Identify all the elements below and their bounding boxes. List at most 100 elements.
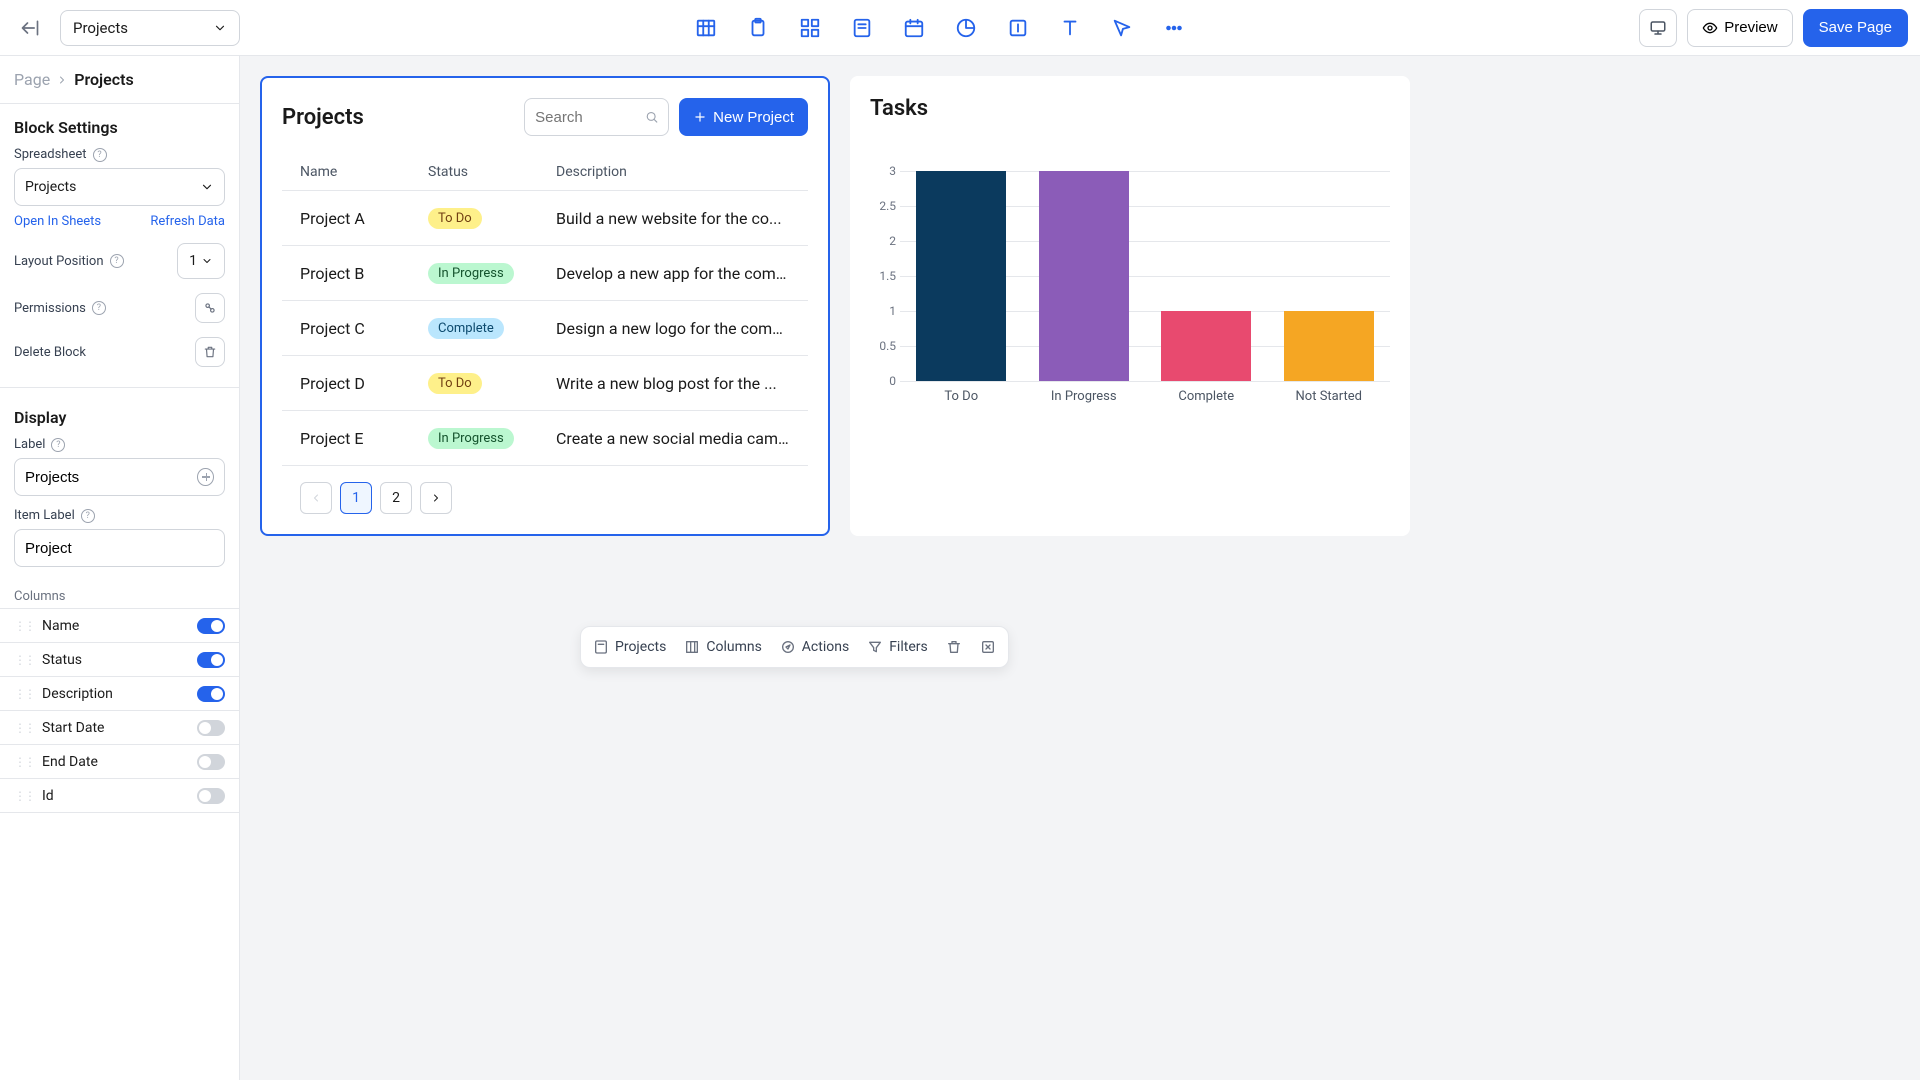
- cursor-icon[interactable]: [1110, 16, 1134, 40]
- cell-description: Build a new website for the co...: [556, 209, 790, 228]
- cell-description: Write a new blog post for the ...: [556, 374, 790, 393]
- calendar-icon[interactable]: [902, 16, 926, 40]
- column-row: ⋮⋮ End Date: [0, 745, 239, 779]
- drag-handle-icon[interactable]: ⋮⋮: [14, 755, 34, 769]
- grid-icon[interactable]: [798, 16, 822, 40]
- drag-handle-icon[interactable]: ⋮⋮: [14, 789, 34, 803]
- chart-icon[interactable]: [954, 16, 978, 40]
- plus-icon[interactable]: [197, 468, 214, 486]
- column-name: End Date: [42, 754, 98, 770]
- column-row: ⋮⋮ Status: [0, 643, 239, 677]
- column-toggle[interactable]: [197, 720, 225, 736]
- ft-delete[interactable]: [946, 639, 962, 655]
- column-row: ⋮⋮Description: [0, 677, 239, 711]
- save-page-button[interactable]: Save Page: [1803, 9, 1908, 47]
- label-input-wrapper: [14, 458, 225, 496]
- chevron-right-icon: [56, 74, 68, 86]
- cell-description: Design a new logo for the comp...: [556, 319, 790, 338]
- cell-description: Develop a new app for the comp...: [556, 264, 790, 283]
- tasks-block[interactable]: Tasks 00.511.522.53 To DoIn ProgressComp…: [850, 76, 1410, 536]
- table-icon[interactable]: [694, 16, 718, 40]
- search-box[interactable]: [524, 98, 669, 136]
- col-header-description[interactable]: Description: [556, 164, 790, 180]
- column-toggle[interactable]: [197, 788, 225, 804]
- number-icon[interactable]: [1006, 16, 1030, 40]
- help-icon[interactable]: ?: [51, 438, 65, 452]
- page-next[interactable]: [420, 482, 452, 514]
- col-header-name[interactable]: Name: [300, 164, 428, 180]
- drag-handle-icon[interactable]: ⋮⋮: [14, 653, 34, 667]
- ft-projects[interactable]: Projects: [593, 639, 666, 655]
- help-icon[interactable]: ?: [110, 254, 124, 268]
- column-name: Start Date: [42, 720, 104, 736]
- desktop-preview-button[interactable]: [1639, 9, 1677, 47]
- column-toggle[interactable]: [197, 618, 225, 634]
- delete-block-label: Delete Block: [14, 345, 86, 360]
- cell-name: Project D: [300, 374, 428, 393]
- cell-description: Create a new social media camp...: [556, 429, 790, 448]
- help-icon[interactable]: ?: [93, 148, 107, 162]
- preview-button[interactable]: Preview: [1687, 9, 1792, 47]
- project-dropdown-label: Projects: [73, 19, 128, 37]
- breadcrumb-root[interactable]: Page: [14, 70, 50, 89]
- delete-block-button[interactable]: [195, 337, 225, 367]
- more-icon[interactable]: [1162, 16, 1186, 40]
- chevron-down-icon: [213, 21, 227, 35]
- status-badge: In Progress: [428, 263, 514, 284]
- refresh-data-link[interactable]: Refresh Data: [150, 214, 225, 229]
- layout-position-select[interactable]: 1: [177, 243, 225, 279]
- text-icon[interactable]: [1058, 16, 1082, 40]
- spreadsheet-label: Spreadsheet ?: [14, 147, 225, 162]
- spreadsheet-select[interactable]: Projects: [14, 168, 225, 206]
- table-row[interactable]: Project CCompleteDesign a new logo for t…: [282, 301, 808, 356]
- label-input[interactable]: [25, 469, 197, 486]
- x-label: To Do: [916, 389, 1006, 404]
- layout-position-label: Layout Position ?: [14, 254, 124, 269]
- permissions-button[interactable]: [195, 293, 225, 323]
- ft-filters[interactable]: Filters: [867, 639, 928, 655]
- column-toggle[interactable]: [197, 652, 225, 668]
- table-row[interactable]: Project EIn ProgressCreate a new social …: [282, 411, 808, 466]
- block-settings-title: Block Settings: [14, 118, 225, 137]
- help-icon[interactable]: ?: [92, 301, 106, 315]
- table-row[interactable]: Project ATo DoBuild a new website for th…: [282, 191, 808, 246]
- page-prev[interactable]: [300, 482, 332, 514]
- column-name: Status: [42, 652, 82, 668]
- col-header-status[interactable]: Status: [428, 164, 556, 180]
- item-label-input[interactable]: [25, 540, 214, 557]
- back-button[interactable]: [12, 10, 48, 46]
- drag-handle-icon[interactable]: ⋮⋮: [14, 687, 34, 701]
- project-dropdown[interactable]: Projects: [60, 10, 240, 46]
- status-badge: Complete: [428, 318, 504, 339]
- page-1[interactable]: 1: [340, 482, 372, 514]
- x-label: In Progress: [1039, 389, 1129, 404]
- preview-label: Preview: [1724, 19, 1777, 36]
- chart-bar: [1161, 311, 1251, 381]
- new-project-button[interactable]: New Project: [679, 98, 808, 136]
- chart-bar: [916, 171, 1006, 381]
- search-icon: [645, 109, 658, 125]
- y-tick: 2.5: [879, 199, 896, 213]
- table-row[interactable]: Project DTo Do Write a new blog post for …: [282, 356, 808, 411]
- ft-close[interactable]: [980, 639, 996, 655]
- ft-actions[interactable]: Actions: [780, 639, 849, 655]
- drag-handle-icon[interactable]: ⋮⋮: [14, 721, 34, 735]
- help-icon[interactable]: ?: [81, 509, 95, 523]
- ft-columns[interactable]: Columns: [684, 639, 761, 655]
- status-badge: In Progress: [428, 428, 514, 449]
- status-badge: To Do: [428, 373, 482, 394]
- chart-bar: [1284, 311, 1374, 381]
- form-icon[interactable]: [850, 16, 874, 40]
- clipboard-icon[interactable]: [746, 16, 770, 40]
- plus-icon: [693, 110, 707, 124]
- page-2[interactable]: 2: [380, 482, 412, 514]
- search-input[interactable]: [535, 109, 639, 126]
- column-toggle[interactable]: [197, 754, 225, 770]
- y-tick: 1: [889, 304, 896, 318]
- drag-handle-icon[interactable]: ⋮⋮: [14, 619, 34, 633]
- open-in-sheets-link[interactable]: Open In Sheets: [14, 214, 101, 229]
- column-toggle[interactable]: [197, 686, 225, 702]
- display-title: Display: [14, 408, 225, 427]
- table-row[interactable]: Project BIn ProgressDevelop a new app fo…: [282, 246, 808, 301]
- projects-block[interactable]: Projects New Project Name: [260, 76, 830, 536]
